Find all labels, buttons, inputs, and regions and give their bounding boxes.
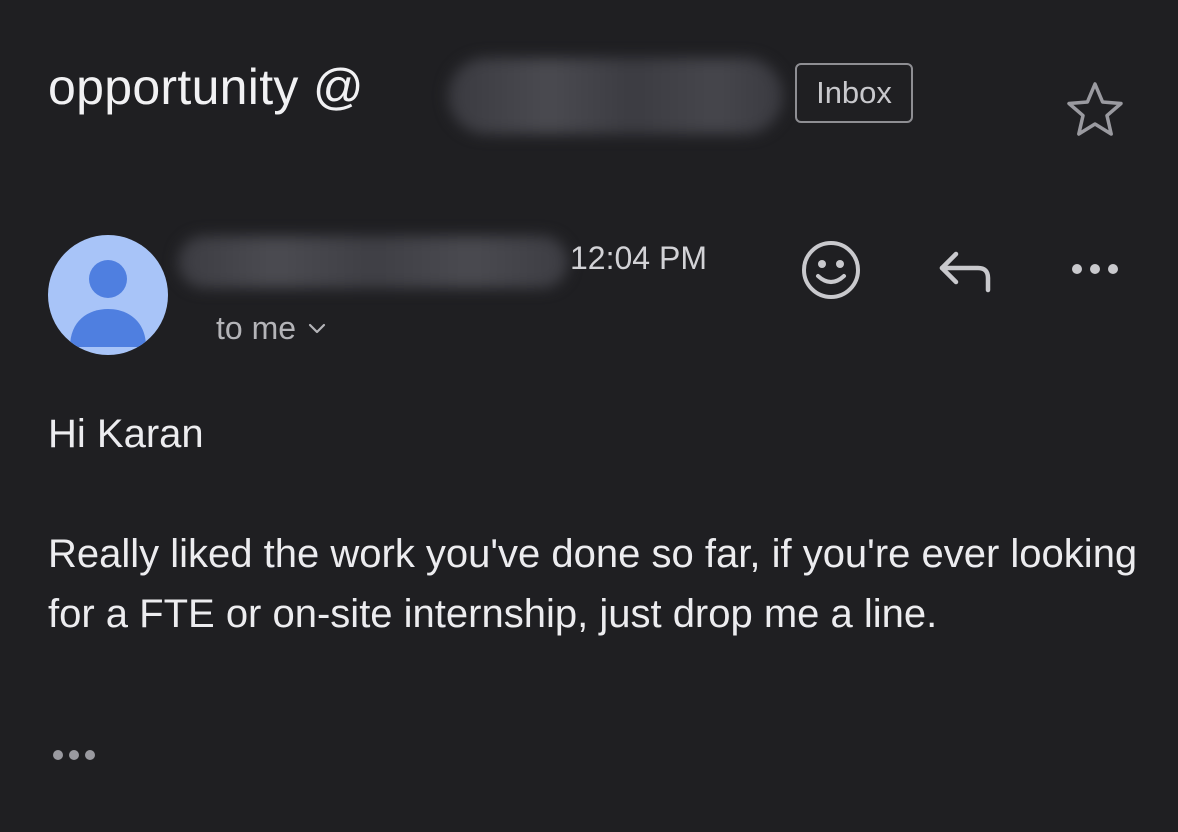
chevron-down-icon — [308, 323, 326, 333]
star-icon[interactable] — [1063, 78, 1127, 142]
inbox-label-badge[interactable]: Inbox — [795, 63, 913, 123]
person-icon — [70, 260, 146, 347]
recipient-toggle[interactable]: to me — [216, 310, 326, 347]
recipient-label: to me — [216, 310, 297, 346]
redacted-sender-name — [178, 236, 568, 288]
email-timestamp: 12:04 PM — [570, 240, 707, 276]
ellipsis-icon[interactable] — [48, 740, 108, 770]
smiley-icon[interactable] — [799, 238, 863, 302]
email-greeting: Hi Karan — [48, 412, 204, 456]
email-subject: opportunity @ — [48, 59, 364, 115]
email-message: Really liked the work you've done so far… — [48, 532, 1138, 636]
sender-avatar[interactable] — [48, 235, 168, 355]
redacted-subject-domain — [448, 58, 783, 134]
more-horizontal-icon[interactable] — [1065, 252, 1125, 286]
reply-icon[interactable] — [930, 240, 994, 300]
